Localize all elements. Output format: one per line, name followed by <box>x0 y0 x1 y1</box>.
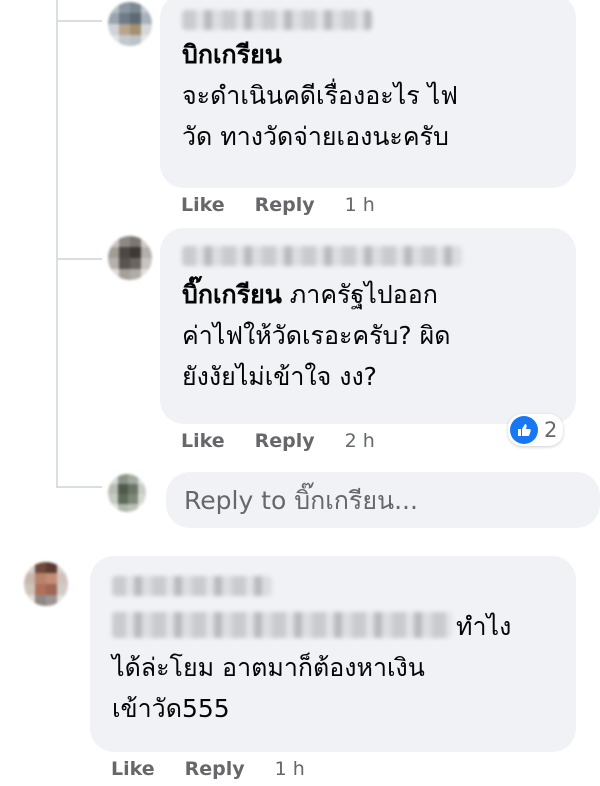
reply-button[interactable]: Reply <box>255 194 315 216</box>
thread-line <box>56 0 58 488</box>
comment-bubble: บิกเกรียน จะดำเนินคดีเรื่องอะไร ไฟ วัด ท… <box>160 0 576 188</box>
author-name-redacted[interactable] <box>182 246 462 266</box>
reaction-count: 2 <box>544 418 558 442</box>
author-name-redacted[interactable] <box>182 10 372 30</box>
comment-line: ทำไง <box>456 612 512 641</box>
comment-line: ยังงัยไม่เข้าใจ งง? <box>182 362 377 391</box>
timestamp[interactable]: 2 h <box>345 430 375 452</box>
reply-button[interactable]: Reply <box>185 758 245 780</box>
comment-actions: Like Reply 2 h <box>181 430 375 452</box>
avatar <box>108 474 146 512</box>
comment-bubble: บิ๊กเกรียน ภาครัฐไปออก ค่าไฟให้วัดเรอะคร… <box>160 228 576 424</box>
comment-bubble: ทำไง ได้ล่ะโยม อาตมาก็ต้องหาเงิน เข้าวัด… <box>90 556 576 752</box>
avatar[interactable] <box>24 562 68 606</box>
mention-link[interactable]: บิ๊กเกรียน <box>182 280 282 309</box>
author-name-redacted[interactable] <box>112 576 272 596</box>
thread-line <box>56 20 102 22</box>
like-button[interactable]: Like <box>111 758 155 780</box>
comment-text: บิกเกรียน จะดำเนินคดีเรื่องอะไร ไฟ วัด ท… <box>182 34 572 157</box>
like-button[interactable]: Like <box>181 194 225 216</box>
comment-line: ค่าไฟให้วัดเรอะครับ? ผิด <box>182 321 451 350</box>
avatar[interactable] <box>108 2 152 46</box>
comment-text: บิ๊กเกรียน ภาครัฐไปออก ค่าไฟให้วัดเรอะคร… <box>182 274 572 397</box>
comment-line: จะดำเนินคดีเรื่องอะไร ไฟ <box>182 81 458 110</box>
reply-button[interactable]: Reply <box>255 430 315 452</box>
reaction-summary[interactable]: 2 <box>508 414 564 446</box>
reply-input[interactable] <box>166 472 600 528</box>
comment-line: เข้าวัด555 <box>112 694 230 723</box>
comment-line-rest: ภาครัฐไปออก <box>281 280 438 309</box>
comment-text: ทำไง ได้ล่ะโยม อาตมาก็ต้องหาเงิน เข้าวัด… <box>112 606 572 729</box>
comment-line: ได้ล่ะโยม อาตมาก็ต้องหาเงิน <box>112 653 425 682</box>
like-button[interactable]: Like <box>181 430 225 452</box>
comment-line: วัด ทางวัดจ่ายเองนะครับ <box>182 122 449 151</box>
thread-line <box>56 486 102 488</box>
comment-line: บิ๊กเกรียน ภาครัฐไปออก <box>182 274 572 315</box>
mention-link[interactable]: บิกเกรียน <box>182 34 572 75</box>
timestamp[interactable]: 1 h <box>275 758 305 780</box>
comment-thread: บิกเกรียน จะดำเนินคดีเรื่องอะไร ไฟ วัด ท… <box>0 0 600 786</box>
thread-line <box>56 258 102 260</box>
comment-actions: Like Reply 1 h <box>181 194 375 216</box>
avatar[interactable] <box>108 236 152 280</box>
timestamp[interactable]: 1 h <box>345 194 375 216</box>
thumbs-up-icon <box>510 416 538 444</box>
comment-actions: Like Reply 1 h <box>111 758 305 780</box>
